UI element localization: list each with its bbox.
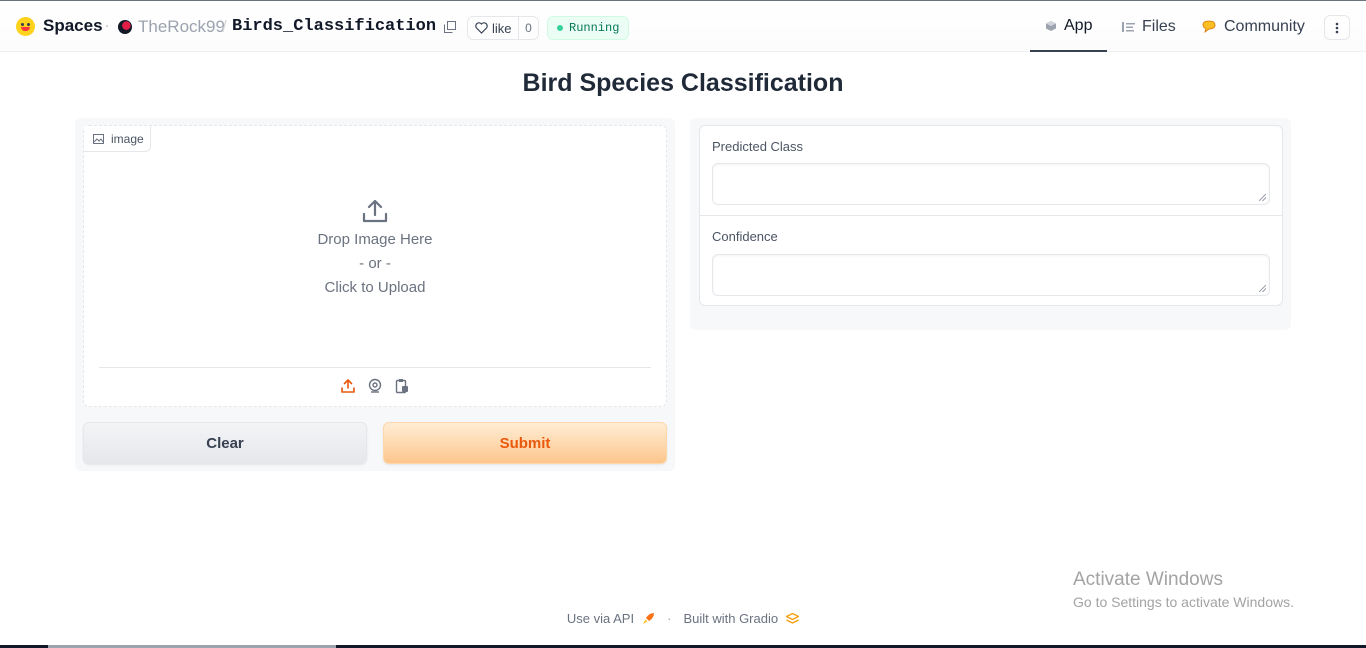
spaces-brand[interactable]: Spaces (16, 16, 103, 36)
rocket-icon (643, 613, 655, 624)
clipboard-source-icon[interactable] (394, 378, 410, 394)
predicted-class-label: Predicted Class (712, 139, 804, 154)
footer-separator: · (667, 611, 672, 626)
built-with-gradio-link[interactable]: Built with Gradio (683, 611, 778, 626)
status-badge: Running (547, 16, 629, 40)
output-panel: Predicted Class Confidence (690, 118, 1291, 330)
divider-dot (106, 25, 108, 27)
like-button[interactable]: like 0 (467, 16, 539, 40)
upload-arrow-icon (362, 199, 388, 223)
webcam-source-icon[interactable] (367, 378, 383, 394)
tab-app[interactable]: App (1030, 1, 1107, 52)
footer: Use via API · Built with Gradio (0, 611, 1366, 626)
tab-files[interactable]: Files (1122, 1, 1176, 52)
tab-files-label: Files (1142, 17, 1176, 35)
output-fields: Predicted Class Confidence (699, 125, 1283, 306)
confidence-field[interactable] (712, 254, 1270, 296)
image-input-label: image (84, 126, 151, 152)
hugging-face-logo-icon (16, 16, 35, 36)
tab-app-label: App (1064, 16, 1093, 34)
top-bar: Spaces TheRock99 / Birds_Classification … (0, 0, 1366, 52)
confidence-label: Confidence (712, 229, 778, 244)
submit-button[interactable]: Submit (383, 422, 667, 464)
like-count[interactable]: 0 (519, 21, 538, 35)
predicted-class-field[interactable] (712, 163, 1270, 205)
owner-link[interactable]: TheRock99 (138, 17, 225, 37)
input-panel: image Drop Image Here - or - Click to Up… (75, 118, 675, 471)
use-via-api-link[interactable]: Use via API (567, 611, 634, 626)
community-icon (1202, 20, 1216, 33)
activate-windows-watermark: Activate Windows Go to Settings to activ… (1073, 569, 1294, 610)
drop-image-text: Drop Image Here (317, 231, 433, 248)
click-to-upload-text: Click to Upload (324, 279, 426, 296)
or-text: - or - (359, 255, 391, 272)
gradio-logo-icon (786, 613, 800, 624)
files-icon (1122, 21, 1135, 32)
repo-link[interactable]: Birds_Classification (232, 17, 436, 36)
tab-community[interactable]: Community (1201, 1, 1305, 52)
image-label-text: image (111, 131, 144, 146)
watermark-title: Activate Windows (1073, 569, 1223, 590)
predicted-class-block: Predicted Class (700, 126, 1282, 216)
clear-button[interactable]: Clear (83, 422, 367, 464)
resize-grip-icon[interactable] (1259, 194, 1266, 201)
like-toggle[interactable]: like (468, 17, 519, 39)
status-dot-icon (557, 25, 563, 31)
status-label: Running (569, 21, 620, 35)
brand-label: Spaces (43, 16, 103, 35)
source-selector (84, 378, 666, 394)
heart-icon (475, 22, 488, 34)
image-upload-dropzone[interactable]: image Drop Image Here - or - Click to Up… (83, 125, 667, 407)
more-options-button[interactable] (1324, 15, 1350, 40)
cube-icon (1046, 20, 1056, 31)
copy-icon[interactable] (444, 21, 456, 33)
upload-prompt[interactable]: Drop Image Here - or - Click to Upload (84, 198, 666, 300)
owner-avatar[interactable] (118, 20, 132, 34)
watermark-subtitle: Go to Settings to activate Windows. (1073, 594, 1294, 610)
like-label: like (492, 20, 512, 36)
source-divider (99, 367, 651, 368)
kebab-menu-icon (1335, 22, 1339, 33)
path-separator: / (222, 17, 227, 36)
tab-community-label: Community (1224, 17, 1305, 35)
resize-grip-icon[interactable] (1259, 285, 1266, 292)
upload-source-icon[interactable] (340, 378, 356, 394)
page-title: Bird Species Classification (522, 69, 844, 97)
confidence-block: Confidence (700, 216, 1282, 307)
image-icon (93, 133, 104, 144)
